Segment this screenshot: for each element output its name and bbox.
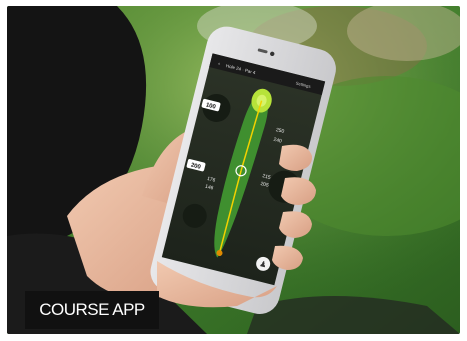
photo-scene: ‹ Hole 24 · Par 4 Settings 100 200 176 1…: [7, 6, 460, 334]
course-app-badge: COURSE APP: [25, 291, 159, 329]
ad-frame: ‹ Hole 24 · Par 4 Settings 100 200 176 1…: [0, 0, 467, 341]
badge-label: COURSE APP: [39, 300, 145, 319]
hero-photo: ‹ Hole 24 · Par 4 Settings 100 200 176 1…: [7, 6, 460, 334]
